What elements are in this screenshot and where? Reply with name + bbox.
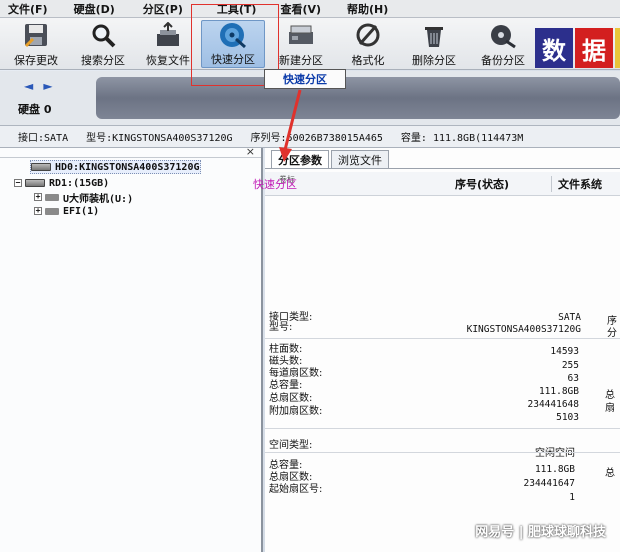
watermark: 网易号 | 肥球球聊科技 — [475, 525, 606, 540]
red-arrow — [279, 89, 302, 162]
diskgenius-window: 文件(F) 硬盘(D) 分区(P) 工具(T) 查看(V) 帮助(H) 保存更改… — [0, 0, 620, 552]
